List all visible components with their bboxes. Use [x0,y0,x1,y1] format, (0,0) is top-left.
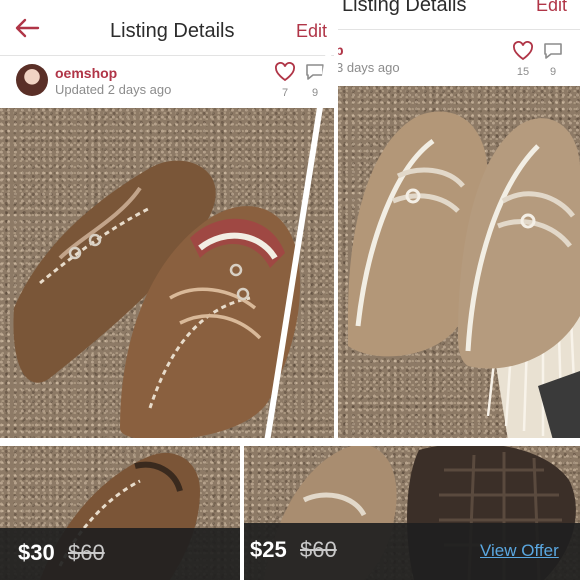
price-bar-right: $25 $60 View Offer [244,523,580,580]
listing-panel-right: Listing Details Edit p 3 days ago 15 9 [338,0,580,440]
updated-timestamp: Updated 2 days ago [55,82,172,97]
comment-icon-right[interactable] [542,41,564,66]
seller-row: oemshop Updated 2 days ago 7 9 [0,56,334,108]
price: $30 [18,540,55,565]
listing-panel-left: Listing Details Edit oemshop Updated 2 d… [0,0,334,440]
listing-panel-bottom-left: $30 $60 [0,446,240,580]
shoe-photo-image-right [348,111,580,440]
price-bar: $30 $60 [0,528,240,580]
likes-count-right: 15 [516,66,530,78]
edit-button[interactable]: Edit [296,21,327,42]
avatar[interactable] [16,64,48,96]
seller-username[interactable]: oemshop [55,65,117,81]
nav-header-right: Listing Details Edit [338,0,580,30]
listing-photo[interactable] [0,108,334,440]
price-right: $25 [250,537,287,562]
shoe-photo-image [13,160,301,440]
nav-header: Listing Details Edit [0,0,334,56]
edit-button-right[interactable]: Edit [536,0,567,16]
comments-count-right: 9 [549,66,557,78]
heart-icon-right[interactable] [512,41,534,66]
seller-username-partial[interactable]: p [338,42,344,58]
collage-divider-horizontal [0,438,580,446]
listing-panel-bottom-right: $25 $60 View Offer [244,440,580,580]
seller-row-right: p 3 days ago 15 9 [338,30,580,86]
original-price-right: $60 [300,537,337,562]
updated-timestamp-right: 3 days ago [338,60,400,75]
back-arrow-icon[interactable] [14,18,40,43]
heart-icon[interactable] [274,62,296,87]
likes-count: 7 [281,87,289,99]
original-price: $60 [68,540,105,565]
page-title-right: Listing Details [342,0,467,16]
page-title: Listing Details [110,20,235,42]
collage-divider-bottom [240,440,244,580]
listing-photo-right[interactable] [338,86,580,440]
view-offer-link[interactable]: View Offer [480,541,559,561]
